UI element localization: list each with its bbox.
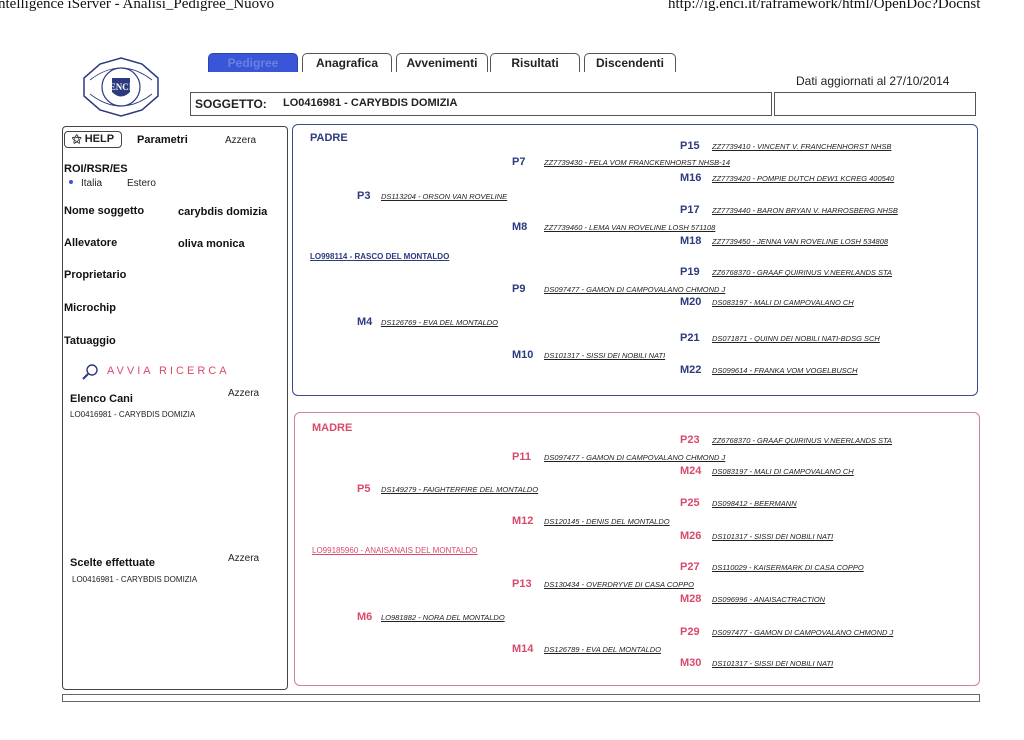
madre-ancestor-link[interactable]: DS098412 - BEERMANN (712, 499, 797, 508)
allevatore-label: Allevatore (64, 237, 118, 249)
svg-text:ENCI: ENCI (110, 82, 133, 92)
update-date: Dati aggiornati al 27/10/2014 (796, 74, 950, 88)
padre-ancestor-link[interactable]: DS083197 - MALI DI CAMPOVALANO CH (712, 298, 854, 307)
madre-code-m26: M26 (680, 530, 702, 542)
padre-ancestor-link[interactable]: DS071871 - QUINN DEI NOBILI NATI-BDSG SC… (712, 334, 880, 343)
madre-code-p29: P29 (680, 626, 700, 638)
window-title: ntelligence iServer - Analisi_Pedigree_N… (0, 0, 275, 12)
madre-code-m28: M28 (680, 593, 702, 605)
madre-ancestor-link[interactable]: DS096996 - ANAISACTRACTION (712, 595, 825, 604)
madre-ancestor-link[interactable]: DS126789 - EVA DEL MONTALDO (544, 645, 661, 654)
madre-code-p11: P11 (512, 451, 531, 463)
madre-code-p23: P23 (680, 434, 700, 446)
subject-extra-box (774, 92, 976, 116)
padre-code-p7: P7 (512, 156, 526, 168)
madre-code-p27: P27 (680, 561, 700, 573)
radio-dot-icon[interactable] (69, 180, 73, 184)
elenco-item[interactable]: LO0416981 - CARYBDIS DOMIZIA (70, 410, 195, 419)
padre-code-m10: M10 (512, 349, 534, 361)
padre-code-p17: P17 (680, 204, 700, 216)
padre-code-m4: M4 (357, 316, 373, 328)
padre-code-p3: P3 (357, 190, 371, 202)
padre-code-m16: M16 (680, 172, 702, 184)
madre-code-m30: M30 (680, 657, 702, 669)
padre-ancestor-link[interactable]: ZZ6768370 - GRAAF QUIRINUS V.NEERLANDS S… (712, 268, 892, 277)
radio-estero[interactable]: Estero (127, 178, 156, 189)
padre-code-p19: P19 (680, 266, 700, 278)
tab-pedigree[interactable]: Pedigree (208, 53, 298, 72)
window-url: http://ig.enci.it/raframework/html/OpenD… (668, 0, 981, 12)
padre-ancestor-link[interactable]: ZZ7739420 - POMPIE DUTCH DEW1 KCREG 4005… (712, 174, 894, 183)
scelte-item[interactable]: LO0416981 - CARYBDIS DOMIZIA (72, 575, 197, 584)
subject-value: LO0416981 - CARYBDIS DOMIZIA (283, 97, 458, 109)
parametri-label: Parametri (137, 134, 188, 146)
padre-ancestor-link[interactable]: ZZ7739410 - VINCENT V. FRANCHENHORST NHS… (712, 142, 891, 151)
roi-label: ROI/RSR/ES (64, 163, 128, 175)
padre-code-p21: P21 (680, 332, 700, 344)
help-label: HELP (84, 133, 115, 145)
madre-ancestor-link[interactable]: DS101317 - SISSI DEI NOBILI NATI (712, 659, 833, 668)
padre-sire[interactable]: LO998114 - RASCO DEL MONTALDO (310, 252, 449, 261)
padre-ancestor-link[interactable]: ZZ7739430 - FELA VOM FRANCKENHORST NHSB-… (544, 158, 730, 167)
padre-ancestor-link[interactable]: DS126769 - EVA DEL MONTALDO (381, 318, 498, 327)
padre-code-m20: M20 (680, 296, 702, 308)
padre-code-p9: P9 (512, 283, 526, 295)
madre-code-p13: P13 (512, 578, 532, 590)
madre-code-m12: M12 (512, 515, 534, 527)
tab-risultati[interactable]: Risultati (490, 53, 580, 72)
microchip-label: Microchip (64, 302, 116, 314)
subject-bar (190, 92, 772, 116)
padre-ancestor-link[interactable]: DS099614 - FRANKA VOM VOGELBUSCH (712, 366, 858, 375)
madre-dam[interactable]: LO99185960 - ANAISANAIS DEL MONTALDO (312, 546, 477, 555)
padre-ancestor-link[interactable]: DS101317 - SISSI DEI NOBILI NATI (544, 351, 665, 360)
padre-ancestor-link[interactable]: ZZ7739440 - BARON BRYAN V. HARROSBERG NH… (712, 206, 898, 215)
padre-code-m8: M8 (512, 221, 528, 233)
help-button[interactable]: ⚝ HELP (64, 131, 122, 148)
padre-code-m18: M18 (680, 235, 702, 247)
madre-ancestor-link[interactable]: DS149279 - FAIGHTERFIRE DEL MONTALDO (381, 485, 538, 494)
padre-ancestor-link[interactable]: ZZ7739450 - JENNA VAN ROVELINE LOSH 5348… (712, 237, 888, 246)
nome-field[interactable]: carybdis domizia (178, 206, 267, 218)
padre-ancestor-link[interactable]: DS113204 - ORSON VAN ROVELINE (381, 192, 507, 201)
padre-ancestor-link[interactable]: ZZ7739460 - LEMA VAN ROVELINE LOSH 57110… (544, 223, 715, 232)
tab-avvenimenti[interactable]: Avvenimenti (396, 53, 488, 72)
bottom-bar (62, 694, 980, 702)
logo-emblem: ENCI (83, 57, 159, 117)
help-icon: ⚝ (71, 134, 82, 145)
madre-ancestor-link[interactable]: LO981882 - NORA DEL MONTALDO (381, 613, 505, 622)
madre-code-m24: M24 (680, 465, 702, 477)
scelte-label: Scelte effettuate (70, 557, 155, 569)
madre-ancestor-link[interactable]: DS110029 - KAISERMARK DI CASA COPPO (712, 563, 864, 572)
madre-ancestor-link[interactable]: DS101317 - SISSI DEI NOBILI NATI (712, 532, 833, 541)
padre-code-p15: P15 (680, 140, 700, 152)
azzera-parametri-link[interactable]: Azzera (225, 135, 256, 146)
tab-anagrafica[interactable]: Anagrafica (302, 53, 392, 72)
search-magnifier-icon[interactable] (82, 364, 100, 380)
madre-title: MADRE (312, 422, 353, 434)
madre-code-m6: M6 (357, 611, 373, 623)
elenco-azzera-link[interactable]: Azzera (228, 388, 259, 399)
madre-code-p5: P5 (357, 483, 371, 495)
madre-ancestor-link[interactable]: DS130434 - OVERDRYVE DI CASA COPPO (544, 580, 694, 589)
madre-ancestor-link[interactable]: DS120145 - DENIS DEL MONTALDO (544, 517, 670, 526)
madre-code-m14: M14 (512, 643, 534, 655)
elenco-label: Elenco Cani (70, 393, 133, 405)
madre-ancestor-link[interactable]: DS083197 - MALI DI CAMPOVALANO CH (712, 467, 854, 476)
scelte-azzera-link[interactable]: Azzera (228, 553, 259, 564)
madre-ancestor-link[interactable]: ZZ6768370 - GRAAF QUIRINUS V.NEERLANDS S… (712, 436, 892, 445)
madre-ancestor-link[interactable]: DS097477 - GAMON DI CAMPOVALANO CHMOND J (544, 453, 725, 462)
avvia-ricerca-button[interactable]: AVVIA RICERCA (107, 365, 230, 377)
nome-label: Nome soggetto (64, 205, 145, 217)
madre-code-p25: P25 (680, 497, 700, 509)
subject-label: SOGGETTO: (195, 97, 267, 111)
padre-code-m22: M22 (680, 364, 702, 376)
tatuaggio-label: Tatuaggio (64, 335, 116, 347)
tab-discendenti[interactable]: Discendenti (584, 53, 676, 72)
padre-title: PADRE (310, 132, 348, 144)
proprietario-label: Proprietario (64, 269, 127, 281)
madre-ancestor-link[interactable]: DS097477 - GAMON DI CAMPOVALANO CHMOND J (712, 628, 893, 637)
allevatore-field[interactable]: oliva monica (178, 238, 245, 250)
padre-ancestor-link[interactable]: DS097477 - GAMON DI CAMPOVALANO CHMOND J (544, 285, 725, 294)
radio-italia[interactable]: Italia (81, 178, 102, 189)
